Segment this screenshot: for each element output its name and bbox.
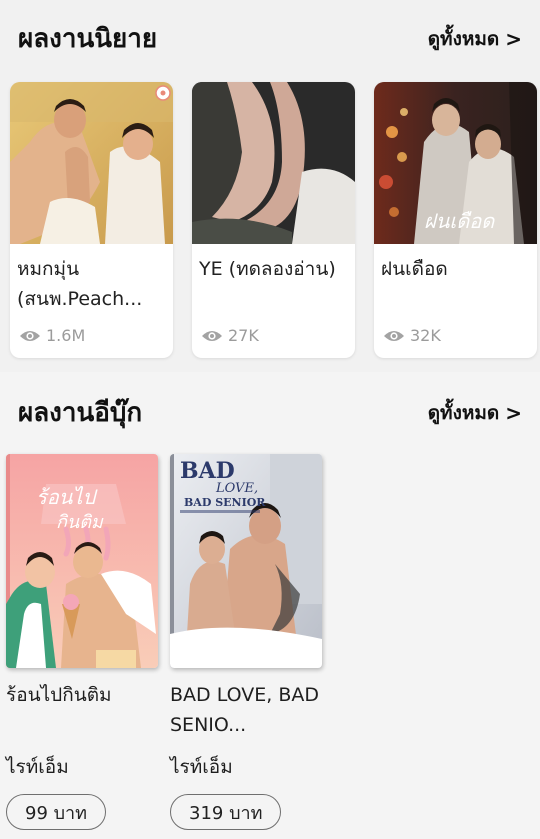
chevron-right-icon: > xyxy=(505,27,522,51)
novels-section: ผลงานนิยาย ดูทั้งหมด > หมกมุ่น (สนพ.Peac… xyxy=(0,0,540,372)
ebook-cover-image: ร้อนไป กินติม xyxy=(6,454,158,668)
novel-card[interactable]: YE (ทดลองอ่าน) 27K xyxy=(192,82,355,358)
see-all-label: ดูทั้งหมด xyxy=(427,402,500,424)
view-count-value: 32K xyxy=(410,326,441,345)
novel-card[interactable]: ฝนเดือด ฝนเดือด 32K xyxy=(374,82,537,358)
eye-icon xyxy=(202,330,222,341)
chevron-right-icon: > xyxy=(505,401,522,425)
cover-text: LOVE, xyxy=(215,481,258,496)
ebook-cover-image: BAD LOVE, BAD SENIOR xyxy=(170,454,322,668)
novel-cover-image: ฝนเดือด xyxy=(374,82,537,244)
ebooks-see-all-link[interactable]: ดูทั้งหมด > xyxy=(428,398,522,428)
cover-text: BAD SENIOR xyxy=(184,496,266,509)
novel-cover-image xyxy=(10,82,173,244)
price-button[interactable]: 319 บาท xyxy=(170,794,282,830)
svg-text:กินติม: กินติม xyxy=(56,512,104,533)
novel-view-count: 32K xyxy=(383,326,441,345)
price-button[interactable]: 99 บาท xyxy=(6,794,107,830)
novel-cover-image xyxy=(192,82,355,244)
eye-icon xyxy=(20,330,40,341)
ebook-title: ร้อนไปกินติม xyxy=(6,684,112,706)
novels-section-title: ผลงานนิยาย xyxy=(18,24,158,54)
view-count-value: 1.6M xyxy=(46,326,86,345)
novel-card[interactable]: หมกมุ่น (สนพ.Peach... 1.6M xyxy=(10,82,173,358)
novels-see-all-link[interactable]: ดูทั้งหมด > xyxy=(428,24,522,54)
see-all-label: ดูทั้งหมด xyxy=(427,28,500,50)
eye-icon xyxy=(384,330,404,341)
novel-title: หมกมุ่น (สนพ.Peach... xyxy=(17,258,143,310)
svg-text:ร้อนไป: ร้อนไป xyxy=(36,485,98,509)
novel-title: YE (ทดลองอ่าน) xyxy=(199,258,336,280)
novel-title: ฝนเดือด xyxy=(381,258,448,280)
ebook-author: ไรท์เอ็ม xyxy=(170,756,233,778)
ebooks-section: ผลงานอีบุ๊ก ดูทั้งหมด > ร้อนไป กินติม ร้… xyxy=(0,372,540,839)
view-count-value: 27K xyxy=(228,326,259,345)
ebooks-section-title: ผลงานอีบุ๊ก xyxy=(18,398,143,428)
ebook-title: BAD LOVE, BAD SENIO... xyxy=(170,684,319,736)
ebook-author: ไรท์เอ็ม xyxy=(6,756,69,778)
novel-view-count: 27K xyxy=(201,326,259,345)
svg-text:ฝนเดือด: ฝนเดือด xyxy=(424,209,495,233)
novel-view-count: 1.6M xyxy=(19,326,85,345)
